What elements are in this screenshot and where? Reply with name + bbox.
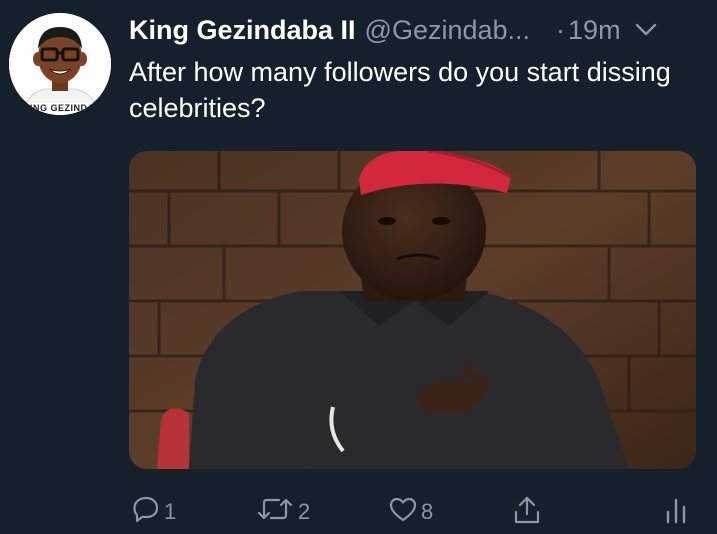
- tweet-actions: 1 2 8: [0, 488, 717, 532]
- user-handle[interactable]: @Gezindab...: [365, 15, 531, 46]
- avatar-caption: KING GEZINDA: [23, 103, 95, 113]
- share-button[interactable]: [512, 494, 542, 531]
- like-count: 8: [421, 498, 434, 524]
- time-separator: ·: [556, 14, 566, 45]
- retweet-button[interactable]: 2: [255, 494, 310, 529]
- share-icon: [512, 494, 542, 531]
- reply-button[interactable]: 1: [131, 494, 176, 529]
- tweet-header: King Gezindaba II @Gezindab... · 19m: [129, 12, 705, 48]
- retweet-count: 2: [298, 498, 311, 524]
- timestamp[interactable]: 19m: [568, 15, 621, 46]
- reply-count: 1: [164, 498, 177, 524]
- analytics-icon: [664, 494, 688, 531]
- tweet-image[interactable]: [129, 151, 696, 469]
- tweet-text: After how many followers do you start di…: [129, 57, 671, 123]
- avatar[interactable]: KING GEZINDA: [9, 13, 111, 115]
- like-icon: [388, 494, 418, 529]
- caret-down-icon[interactable]: [635, 23, 657, 37]
- analytics-button[interactable]: [664, 494, 688, 531]
- tweet[interactable]: KING GEZINDA King Gezindaba II @Gezindab…: [0, 0, 717, 534]
- like-button[interactable]: 8: [388, 494, 433, 529]
- reply-icon: [131, 494, 161, 529]
- retweet-icon: [255, 494, 295, 529]
- display-name[interactable]: King Gezindaba II: [129, 15, 356, 46]
